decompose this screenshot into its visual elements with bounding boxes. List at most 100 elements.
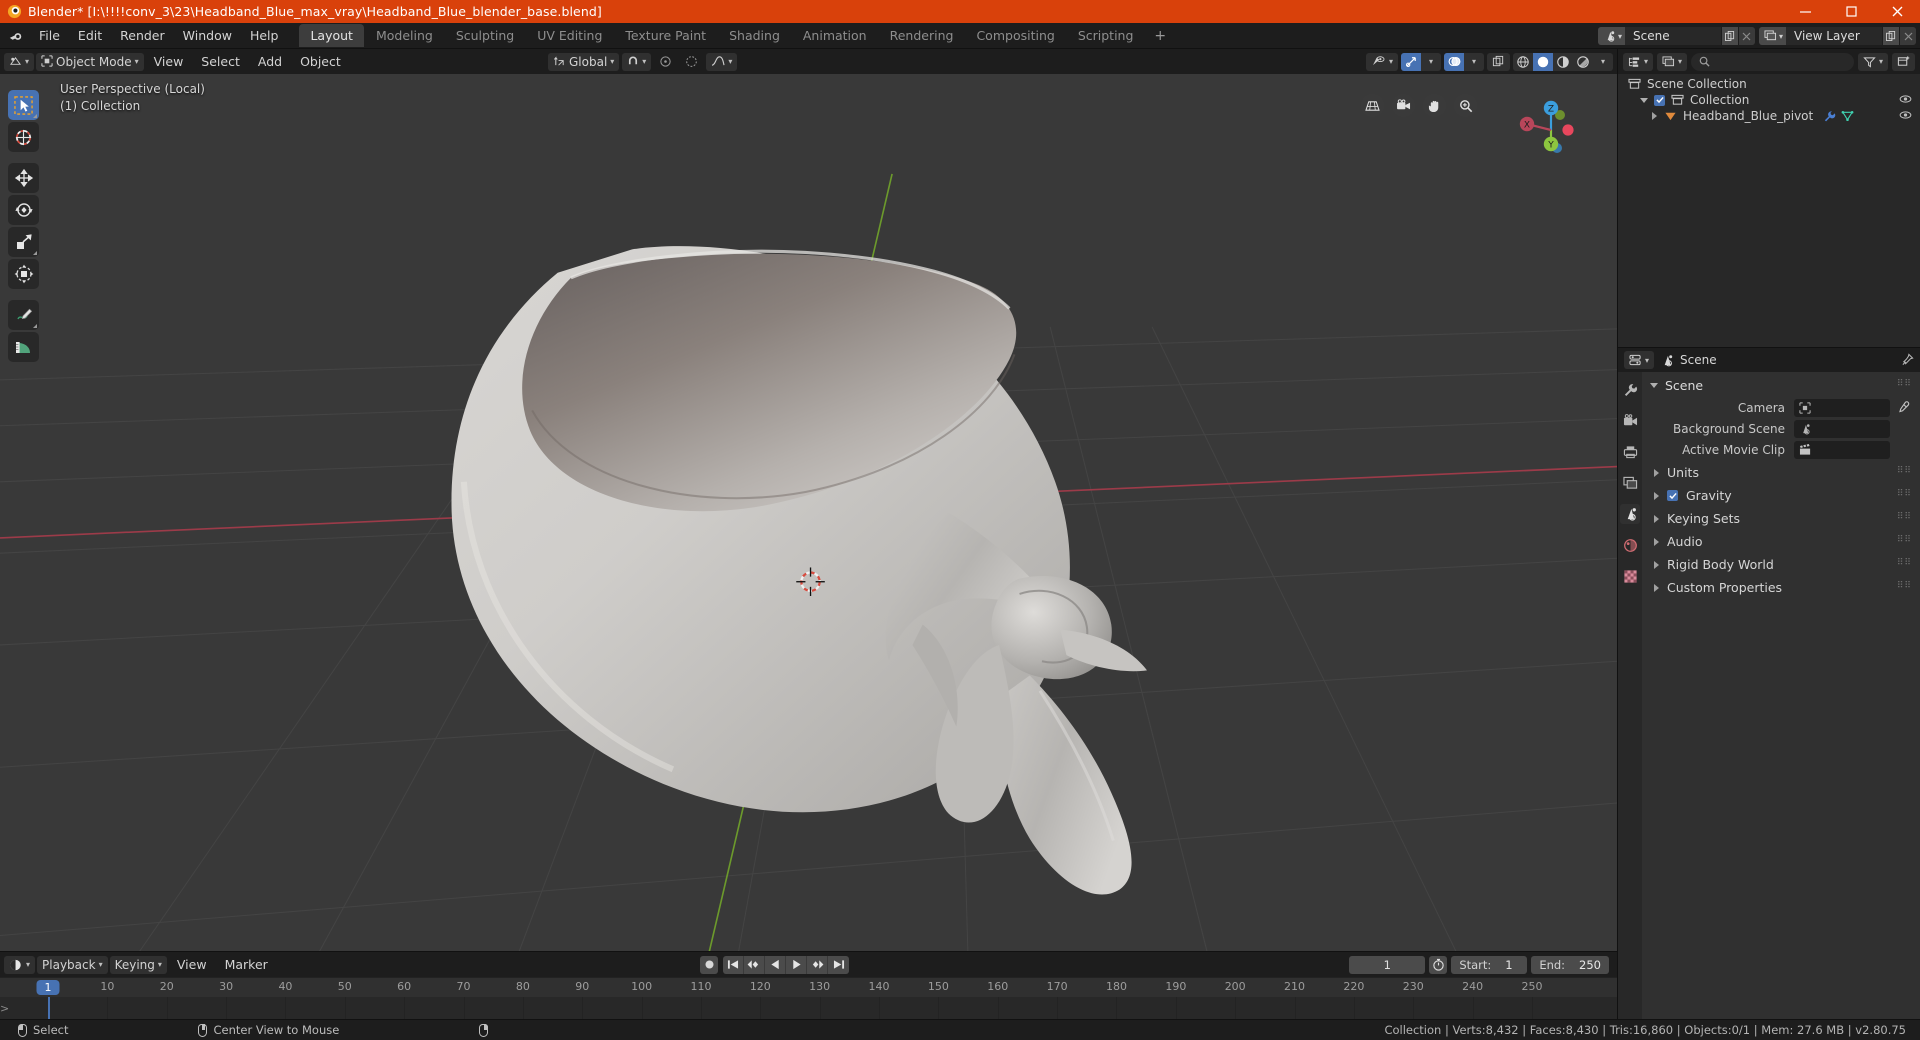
timeline-ruler[interactable]: 1 10 20 30 40 50 60 70 80 90 100 110 120 130 140 150 160… bbox=[0, 977, 1617, 997]
mesh-data-icon[interactable] bbox=[1841, 110, 1854, 122]
subpanel-units[interactable]: Units ⠿⠿ bbox=[1642, 461, 1920, 484]
viewport-menu-object[interactable]: Object bbox=[292, 51, 349, 72]
menu-window[interactable]: Window bbox=[174, 25, 241, 46]
workspace-tab-uv-editing[interactable]: UV Editing bbox=[526, 24, 613, 47]
play-icon[interactable] bbox=[786, 955, 807, 974]
subpanel-gravity[interactable]: Gravity ⠿⠿ bbox=[1642, 484, 1920, 507]
menu-help[interactable]: Help bbox=[241, 25, 288, 46]
end-frame-field[interactable]: End: 250 bbox=[1531, 955, 1609, 974]
properties-tab-texture[interactable] bbox=[1620, 566, 1640, 586]
next-keyframe-icon[interactable] bbox=[807, 955, 828, 974]
camera-view-icon[interactable] bbox=[1392, 94, 1415, 117]
start-frame-field[interactable]: Start: 1 bbox=[1451, 955, 1528, 974]
menu-edit[interactable]: Edit bbox=[69, 25, 111, 46]
workspace-tab-layout[interactable]: Layout bbox=[299, 24, 364, 47]
outliner-display-mode-icon[interactable]: ▾ bbox=[1623, 52, 1654, 71]
menu-file[interactable]: File bbox=[30, 25, 69, 46]
close-icon[interactable] bbox=[1874, 0, 1920, 23]
record-icon[interactable] bbox=[700, 955, 718, 974]
shading-material-icon[interactable] bbox=[1553, 53, 1573, 71]
properties-editor-icon[interactable]: ▾ bbox=[1624, 351, 1655, 369]
stopwatch-icon[interactable] bbox=[1429, 955, 1448, 974]
outliner-row-headband-blue-pivot[interactable]: Headband_Blue_pivot bbox=[1618, 108, 1920, 124]
3d-viewport[interactable]: User Perspective (Local) (1) Collection bbox=[0, 74, 1617, 951]
outliner-tree[interactable]: Scene Collection Collection Headband_Blu… bbox=[1618, 74, 1920, 347]
workspace-tab-animation[interactable]: Animation bbox=[792, 24, 878, 47]
visibility-eye-icon[interactable] bbox=[1899, 109, 1912, 124]
proportional-edit-icon[interactable] bbox=[680, 53, 703, 71]
disclosure-triangle-open-icon[interactable] bbox=[1640, 97, 1648, 103]
scene-name[interactable]: Scene bbox=[1624, 27, 1721, 45]
object-mode-selector[interactable]: Object Mode ▾ bbox=[36, 52, 144, 71]
zoom-magnifier-icon[interactable] bbox=[1454, 94, 1477, 117]
transform-tool[interactable] bbox=[8, 259, 39, 289]
new-scene-icon[interactable] bbox=[1720, 27, 1738, 45]
workspace-tab-shading[interactable]: Shading bbox=[718, 24, 791, 47]
snap-target-icon[interactable] bbox=[654, 53, 677, 71]
collection-checkbox[interactable] bbox=[1654, 94, 1665, 106]
new-collection-icon[interactable] bbox=[1892, 52, 1915, 71]
properties-tab-render[interactable] bbox=[1620, 411, 1640, 431]
disclosure-triangle-closed-icon[interactable] bbox=[1652, 112, 1657, 120]
timeline-playhead[interactable] bbox=[48, 997, 50, 1019]
properties-tab-tool[interactable] bbox=[1620, 380, 1640, 400]
measure-tool[interactable] bbox=[8, 332, 39, 362]
overlays-dropdown-icon[interactable]: ▾ bbox=[1464, 53, 1484, 71]
workspace-tab-sculpting[interactable]: Sculpting bbox=[445, 24, 525, 47]
modifier-wrench-icon[interactable] bbox=[1823, 110, 1836, 123]
pin-icon[interactable] bbox=[1901, 351, 1914, 370]
move-tool[interactable] bbox=[8, 163, 39, 193]
subpanel-custom-properties[interactable]: Custom Properties ⠿⠿ bbox=[1642, 576, 1920, 599]
workspace-tab-compositing[interactable]: Compositing bbox=[965, 24, 1065, 47]
minimize-icon[interactable] bbox=[1782, 0, 1828, 23]
add-workspace-button[interactable]: + bbox=[1145, 26, 1175, 46]
scene-selector[interactable]: ▾ Scene bbox=[1597, 27, 1755, 45]
hand-pan-icon[interactable] bbox=[1423, 94, 1446, 117]
subpanel-keying-sets[interactable]: Keying Sets ⠿⠿ bbox=[1642, 507, 1920, 530]
timeline-sidebar-toggle[interactable]: > bbox=[0, 997, 10, 1019]
gizmo-icon[interactable] bbox=[1401, 52, 1421, 71]
timeline-menu-view[interactable]: View bbox=[169, 954, 215, 975]
menu-render[interactable]: Render bbox=[111, 25, 174, 46]
overlays-toggle-group[interactable]: ▾ bbox=[1444, 52, 1484, 71]
shading-dropdown-icon[interactable]: ▾ bbox=[1593, 53, 1613, 71]
properties-tab-viewlayer[interactable] bbox=[1620, 473, 1640, 493]
jump-start-icon[interactable] bbox=[723, 955, 744, 974]
gizmo-toggle-group[interactable]: ▾ bbox=[1401, 52, 1441, 71]
timeline-body[interactable]: > bbox=[0, 997, 1617, 1019]
properties-tab-world[interactable] bbox=[1620, 535, 1640, 555]
scale-tool[interactable] bbox=[8, 227, 39, 257]
grid-view-icon[interactable] bbox=[1361, 94, 1384, 117]
shading-mode-group[interactable]: ▾ bbox=[1513, 52, 1613, 71]
camera-eyedropper-icon[interactable] bbox=[1894, 401, 1912, 414]
visibility-eye-icon[interactable] bbox=[1899, 93, 1912, 108]
scene-panel-header[interactable]: Scene ⠿⠿ bbox=[1642, 375, 1920, 396]
blender-app-icon[interactable] bbox=[0, 29, 30, 43]
workspace-tab-scripting[interactable]: Scripting bbox=[1067, 24, 1145, 47]
subpanel-disclosure-icon[interactable] bbox=[1654, 583, 1659, 592]
unlink-scene-icon[interactable] bbox=[1737, 27, 1755, 45]
properties-tab-output[interactable] bbox=[1620, 442, 1640, 462]
shading-wireframe-icon[interactable] bbox=[1513, 53, 1533, 71]
subpanel-rigid-body-world[interactable]: Rigid Body World ⠿⠿ bbox=[1642, 553, 1920, 576]
proportional-falloff-selector[interactable]: ▾ bbox=[706, 52, 738, 71]
background-scene-field[interactable] bbox=[1794, 419, 1890, 438]
subpanel-disclosure-icon[interactable] bbox=[1654, 514, 1659, 523]
jump-end-icon[interactable] bbox=[828, 956, 849, 974]
viewport-menu-select[interactable]: Select bbox=[193, 51, 248, 72]
workspace-tab-texture-paint[interactable]: Texture Paint bbox=[614, 24, 717, 47]
viewlayer-display-icon[interactable]: ▾ bbox=[1657, 52, 1688, 71]
timeline-menu-playback[interactable]: Playback ▾ bbox=[37, 955, 108, 974]
subpanel-disclosure-icon[interactable] bbox=[1654, 491, 1659, 500]
overlays-icon[interactable] bbox=[1444, 52, 1464, 71]
outliner-search-input[interactable] bbox=[1691, 52, 1854, 71]
object-visibility-selector[interactable]: ▾ bbox=[1365, 52, 1398, 71]
cursor-tool[interactable] bbox=[8, 122, 39, 152]
timeline-menu-keying[interactable]: Keying ▾ bbox=[109, 955, 167, 974]
camera-field[interactable] bbox=[1794, 398, 1890, 417]
viewport-axis-gizmo[interactable]: X Y Z bbox=[1513, 92, 1589, 168]
snap-settings[interactable]: ▾ bbox=[622, 52, 652, 71]
tweak-select-tool[interactable] bbox=[8, 90, 39, 120]
outliner-row-collection[interactable]: Collection bbox=[1618, 92, 1920, 108]
workspace-tab-rendering[interactable]: Rendering bbox=[879, 24, 965, 47]
